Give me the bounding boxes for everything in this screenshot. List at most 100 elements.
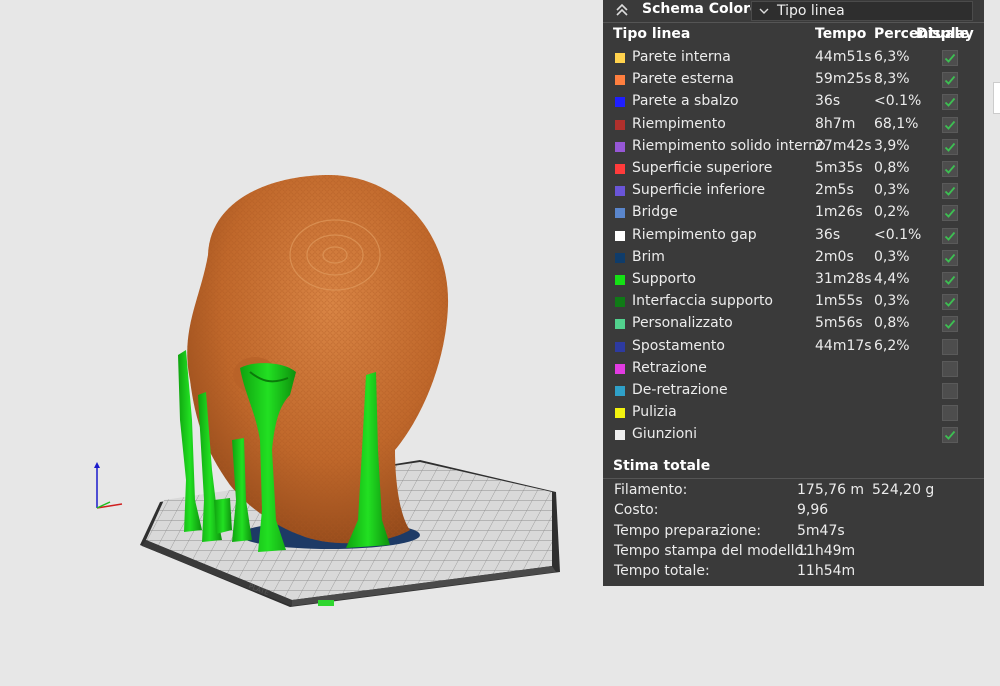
line-type-label: Parete interna bbox=[632, 49, 731, 65]
total-row: Tempo preparazione: 5m47s bbox=[603, 522, 984, 542]
color-swatch bbox=[615, 275, 625, 285]
line-type-label: Riempimento solido interno bbox=[632, 137, 826, 154]
line-type-percent: 8,3% bbox=[874, 71, 910, 88]
display-checkbox[interactable] bbox=[942, 72, 958, 89]
line-type-percent: <0.1% bbox=[874, 226, 922, 243]
collapse-chevron-icon[interactable] bbox=[615, 2, 629, 18]
display-checkbox[interactable] bbox=[942, 138, 958, 155]
line-type-percent: 6,2% bbox=[874, 337, 910, 354]
color-swatch bbox=[615, 97, 625, 108]
color-scheme-label: Schema Colore bbox=[642, 1, 760, 17]
line-type-time: 8h7m bbox=[815, 115, 856, 132]
axis-gizmo bbox=[94, 462, 123, 509]
checkmark-icon bbox=[944, 298, 956, 308]
line-type-label: Retrazione bbox=[632, 359, 707, 376]
color-swatch bbox=[615, 319, 625, 330]
totals-title: Stima totale bbox=[613, 458, 711, 474]
line-type-percent: 0,3% bbox=[874, 293, 910, 310]
display-checkbox[interactable] bbox=[942, 249, 958, 266]
line-type-time: 36s bbox=[815, 226, 841, 243]
display-checkbox[interactable] bbox=[942, 316, 958, 333]
line-type-label: Superficie inferiore bbox=[632, 182, 766, 199]
color-swatch bbox=[615, 75, 625, 86]
color-scheme-dropdown[interactable]: Tipo linea bbox=[751, 1, 973, 21]
checkmark-icon bbox=[944, 98, 956, 108]
line-type-label: Riempimento gap bbox=[632, 226, 757, 243]
line-type-label: Parete esterna bbox=[632, 71, 734, 88]
display-checkbox[interactable] bbox=[942, 427, 958, 444]
line-type-label: Personalizzato bbox=[632, 315, 733, 332]
line-type-label: Parete a sbalzo bbox=[632, 93, 739, 110]
legend-row: Riempimento gap 36s <0.1% bbox=[603, 225, 984, 247]
line-type-time: 5m56s bbox=[815, 315, 863, 332]
line-type-percent: <0.1% bbox=[874, 93, 922, 110]
line-type-percent: 68,1% bbox=[874, 115, 919, 132]
total-value-secondary: 524,20 g bbox=[872, 482, 935, 498]
display-checkbox[interactable] bbox=[942, 50, 958, 66]
display-checkbox[interactable] bbox=[942, 94, 958, 111]
line-type-percent: 6,3% bbox=[874, 49, 910, 65]
line-type-percent: 4,4% bbox=[874, 271, 910, 287]
legend-row: Giunzioni bbox=[603, 424, 984, 446]
total-label: Filamento: bbox=[614, 482, 688, 498]
line-type-percent: 0,3% bbox=[874, 182, 910, 199]
checkmark-icon bbox=[944, 431, 956, 441]
legend-header: Schema Colore Tipo linea bbox=[603, 0, 984, 23]
line-type-label: De-retrazione bbox=[632, 382, 728, 398]
legend-row: Spostamento 44m17s 6,2% bbox=[603, 336, 984, 358]
display-checkbox[interactable] bbox=[942, 161, 958, 177]
checkmark-icon bbox=[944, 76, 956, 86]
column-header-display: Display bbox=[916, 26, 974, 42]
legend-row: Superficie superiore 5m35s 0,8% bbox=[603, 158, 984, 180]
line-type-time: 44m51s bbox=[815, 49, 872, 65]
legend-row: Riempimento solido interno 27m42s 3,9% bbox=[603, 136, 984, 158]
legend-row: Riempimento 8h7m 68,1% bbox=[603, 114, 984, 136]
line-type-time: 1m26s bbox=[815, 204, 863, 221]
display-checkbox[interactable] bbox=[942, 360, 958, 377]
legend-row: Superficie inferiore 2m5s 0,3% bbox=[603, 180, 984, 202]
line-type-label: Bridge bbox=[632, 204, 678, 221]
checkmark-icon bbox=[944, 275, 956, 285]
total-value: 11h54m bbox=[797, 563, 856, 580]
color-swatch bbox=[615, 208, 625, 219]
line-type-time: 1m55s bbox=[815, 293, 863, 310]
checkmark-icon bbox=[944, 253, 956, 263]
line-type-label: Superficie superiore bbox=[632, 160, 773, 176]
display-checkbox[interactable] bbox=[942, 294, 958, 311]
total-row: Tempo stampa del modello: 11h49m bbox=[603, 542, 984, 562]
display-checkbox[interactable] bbox=[942, 227, 958, 244]
color-swatch bbox=[615, 363, 625, 374]
checkmark-icon bbox=[944, 164, 956, 174]
side-toolbar-stub[interactable] bbox=[993, 82, 1000, 114]
display-checkbox[interactable] bbox=[942, 272, 958, 288]
line-type-label: Giunzioni bbox=[632, 426, 698, 443]
origin-marker bbox=[318, 600, 334, 606]
display-checkbox[interactable] bbox=[942, 338, 958, 355]
line-type-percent: 0,8% bbox=[874, 315, 910, 332]
line-type-label: Riempimento bbox=[632, 115, 726, 132]
display-checkbox[interactable] bbox=[942, 383, 958, 399]
legend-row: Brim 2m0s 0,3% bbox=[603, 247, 984, 269]
total-row: Filamento: 175,76 m 524,20 g bbox=[603, 481, 984, 501]
color-swatch bbox=[615, 408, 625, 419]
checkmark-icon bbox=[944, 231, 956, 241]
legend-row: Retrazione bbox=[603, 358, 984, 380]
total-value: 5m47s bbox=[797, 522, 845, 539]
chevron-down-icon bbox=[758, 5, 770, 17]
checkmark-icon bbox=[944, 53, 956, 63]
color-swatch bbox=[615, 53, 625, 63]
legend-row: Pulizia bbox=[603, 402, 984, 424]
checkmark-icon bbox=[944, 120, 956, 130]
color-swatch bbox=[615, 297, 625, 308]
legend-row: Parete a sbalzo 36s <0.1% bbox=[603, 91, 984, 113]
display-checkbox[interactable] bbox=[942, 116, 958, 133]
legend-row: Interfaccia supporto 1m55s 0,3% bbox=[603, 291, 984, 313]
line-type-label: Spostamento bbox=[632, 337, 725, 354]
display-checkbox[interactable] bbox=[942, 183, 958, 200]
totals-divider bbox=[603, 478, 984, 479]
display-checkbox[interactable] bbox=[942, 405, 958, 422]
total-value: 9,96 bbox=[797, 502, 829, 519]
total-row: Costo: 9,96 bbox=[603, 501, 984, 521]
color-scheme-value: Tipo linea bbox=[777, 3, 845, 19]
display-checkbox[interactable] bbox=[942, 205, 958, 222]
